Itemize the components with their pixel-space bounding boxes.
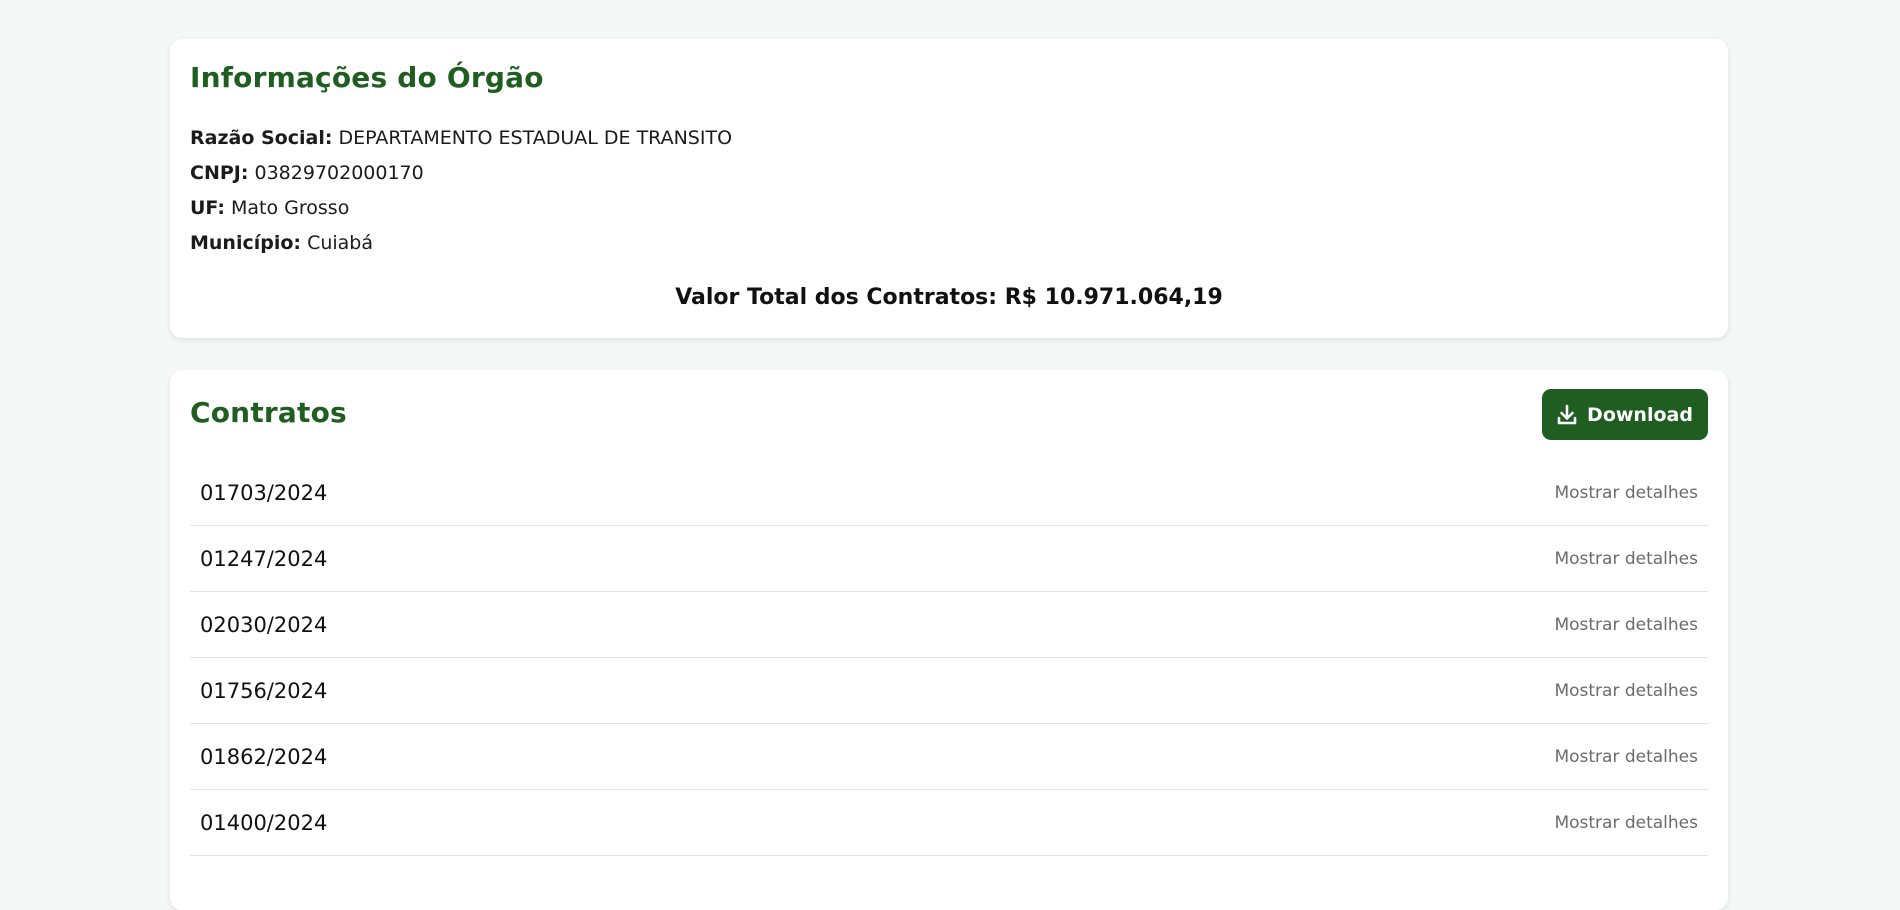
field-razao-social: Razão Social: DEPARTAMENTO ESTADUAL DE T… xyxy=(190,121,1708,156)
contract-list: 01703/2024 Mostrar detalhes 01247/2024 M… xyxy=(190,460,1708,856)
org-info-card: Informações do Órgão Razão Social: DEPAR… xyxy=(170,39,1728,338)
show-details-link[interactable]: Mostrar detalhes xyxy=(1554,615,1698,635)
org-info-title: Informações do Órgão xyxy=(190,61,544,94)
field-label: CNPJ: xyxy=(190,162,249,184)
contracts-header: Contratos Download xyxy=(190,370,1708,460)
contract-row[interactable]: 02030/2024 Mostrar detalhes xyxy=(190,592,1708,658)
contract-row[interactable]: 01400/2024 Mostrar detalhes xyxy=(190,790,1708,856)
contract-row[interactable]: 01703/2024 Mostrar detalhes xyxy=(190,460,1708,526)
contract-number: 01862/2024 xyxy=(200,744,328,769)
field-label: Município: xyxy=(190,232,302,254)
field-label: Razão Social: xyxy=(190,127,333,149)
show-details-link[interactable]: Mostrar detalhes xyxy=(1554,747,1698,767)
show-details-link[interactable]: Mostrar detalhes xyxy=(1554,681,1698,701)
contract-number: 01400/2024 xyxy=(200,810,328,835)
download-button[interactable]: Download xyxy=(1542,389,1708,440)
field-value: Mato Grosso xyxy=(231,197,350,219)
field-label: UF: xyxy=(190,197,225,219)
show-details-link[interactable]: Mostrar detalhes xyxy=(1554,549,1698,569)
show-details-link[interactable]: Mostrar detalhes xyxy=(1554,813,1698,833)
field-value: Cuiabá xyxy=(307,232,373,254)
contract-number: 01247/2024 xyxy=(200,546,328,571)
org-info-fields: Razão Social: DEPARTAMENTO ESTADUAL DE T… xyxy=(190,121,1708,261)
field-value: DEPARTAMENTO ESTADUAL DE TRANSITO xyxy=(338,127,733,149)
contract-row[interactable]: 01862/2024 Mostrar detalhes xyxy=(190,724,1708,790)
download-icon xyxy=(1557,404,1577,426)
contract-row[interactable]: 01756/2024 Mostrar detalhes xyxy=(190,658,1708,724)
field-cnpj: CNPJ: 03829702000170 xyxy=(190,156,1708,191)
show-details-link[interactable]: Mostrar detalhes xyxy=(1554,483,1698,503)
contracts-title: Contratos xyxy=(190,396,347,429)
field-uf: UF: Mato Grosso xyxy=(190,191,1708,226)
contract-number: 01703/2024 xyxy=(200,480,328,505)
contracts-total-value: Valor Total dos Contratos: R$ 10.971.064… xyxy=(675,285,1223,310)
field-value: 03829702000170 xyxy=(254,162,424,184)
field-municipio: Município: Cuiabá xyxy=(190,226,1708,261)
download-button-label: Download xyxy=(1587,403,1693,426)
contract-number: 01756/2024 xyxy=(200,678,328,703)
contract-number: 02030/2024 xyxy=(200,612,328,637)
contracts-card: Contratos Download 01703/2024 Mostrar de… xyxy=(170,370,1728,910)
contract-row[interactable]: 01247/2024 Mostrar detalhes xyxy=(190,526,1708,592)
